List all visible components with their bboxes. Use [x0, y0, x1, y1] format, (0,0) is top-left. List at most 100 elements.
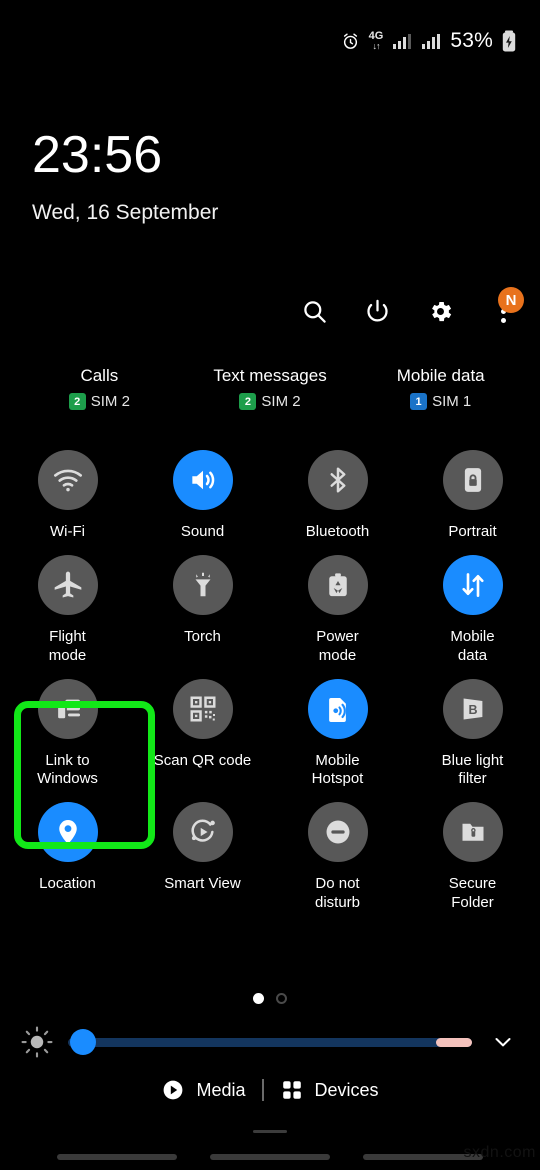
tile-secure-folder[interactable]: Secure Folder: [405, 796, 540, 912]
battery-charging-icon: [502, 30, 516, 52]
tile-row-1: Wi-Fi Sound Bluetooth Portrait: [0, 444, 540, 541]
sim-sub: 1 SIM 1: [410, 393, 471, 410]
devices-label: Devices: [314, 1079, 379, 1100]
media-button[interactable]: Media: [161, 1078, 246, 1102]
tile-label: Secure Folder: [448, 875, 497, 911]
tile-sound[interactable]: Sound: [135, 444, 270, 541]
navigation-bar: [0, 1154, 540, 1160]
alarm-icon: [341, 32, 360, 51]
tile-power-mode[interactable]: Power mode: [270, 549, 405, 665]
bluetooth-icon: [307, 450, 368, 510]
tile-do-not-disturb[interactable]: Do not disturb: [270, 796, 405, 912]
tile-mobile-data[interactable]: Mobile data: [405, 549, 540, 665]
do-not-disturb-icon: [307, 802, 368, 863]
sim-badge: 2: [68, 393, 86, 410]
tile-label: Location: [39, 875, 96, 893]
sim-cell-calls[interactable]: Calls 2 SIM 2: [14, 366, 185, 410]
sim-cell-mobile-data[interactable]: Mobile data 1 SIM 1: [355, 366, 526, 410]
blue-light-filter-icon: B: [442, 678, 503, 739]
clock-time: 23:56: [32, 126, 163, 184]
header-actions: N: [295, 287, 524, 330]
tile-torch[interactable]: Torch: [135, 549, 270, 665]
tile-label: Flight mode: [48, 628, 87, 664]
sim-name: SIM 2: [90, 393, 130, 410]
tile-blue-light-filter[interactable]: B Blue light filter: [405, 673, 540, 789]
tile-label: Mobile data: [450, 628, 495, 664]
mobile-data-icon: [442, 555, 503, 616]
location-pin-icon: [37, 802, 98, 863]
sim-badge: 1: [410, 393, 428, 410]
tile-link-to-windows[interactable]: Link to Windows: [0, 673, 135, 789]
tile-row-4: Location Smart View Do not disturb Secur…: [0, 796, 540, 912]
power-mode-icon: [307, 555, 368, 616]
smart-view-icon: [172, 802, 233, 863]
wifi-icon: [37, 450, 98, 510]
more-options-icon[interactable]: N: [484, 287, 524, 330]
search-icon[interactable]: [295, 292, 333, 330]
clock-date: Wed, 16 September: [32, 200, 219, 224]
qr-code-icon: [172, 678, 233, 739]
rotation-lock-icon: [442, 450, 503, 510]
tile-bluetooth[interactable]: Bluetooth: [270, 444, 405, 541]
data-arrows-label: ↓↑: [372, 41, 381, 51]
brightness-track: [68, 1037, 472, 1047]
signal-bars-sim1-icon: [392, 33, 412, 50]
tile-label: Portrait: [448, 523, 497, 540]
devices-grid-icon: [280, 1078, 304, 1102]
brightness-sun-icon[interactable]: [20, 1025, 54, 1059]
tile-scan-qr-code[interactable]: Scan QR code: [135, 673, 270, 789]
gear-icon[interactable]: [421, 292, 459, 330]
tile-label: Blue light filter: [441, 751, 504, 788]
tile-location[interactable]: Location: [0, 796, 135, 912]
sim-name: SIM 2: [261, 393, 301, 410]
sim-cell-text-messages[interactable]: Text messages 2 SIM 2: [185, 366, 356, 410]
page-indicator[interactable]: [0, 993, 540, 1004]
bottom-bar: Media Devices: [0, 1078, 540, 1102]
brightness-extra-range: [435, 1037, 472, 1047]
sim-name: SIM 1: [432, 393, 472, 410]
nav-recents-button[interactable]: [56, 1154, 177, 1160]
hotspot-icon: [307, 678, 368, 739]
quick-settings-tiles: Wi-Fi Sound Bluetooth Portrait Flight mo…: [0, 444, 540, 920]
sim-sub: 2 SIM 2: [68, 393, 130, 410]
battery-percent-label: 53%: [450, 29, 493, 52]
link-to-windows-icon: [37, 678, 98, 739]
tile-wifi[interactable]: Wi-Fi: [0, 444, 135, 541]
devices-button[interactable]: Devices: [280, 1078, 379, 1102]
sim-row: Calls 2 SIM 2 Text messages 2 SIM 2 Mobi…: [0, 366, 540, 410]
sim-badge: 2: [239, 393, 257, 410]
tile-flight-mode[interactable]: Flight mode: [0, 549, 135, 665]
tile-smart-view[interactable]: Smart View: [135, 796, 270, 912]
sim-title: Calls: [80, 366, 119, 385]
tile-label: Wi-Fi: [50, 523, 85, 540]
tile-label: Mobile Hotspot: [311, 751, 364, 788]
tile-row-2: Flight mode Torch Power mode Mobile data: [0, 549, 540, 665]
tile-mobile-hotspot[interactable]: Mobile Hotspot: [270, 673, 405, 789]
tile-label: Sound: [180, 523, 225, 540]
signal-bars-sim2-icon: [421, 33, 441, 50]
play-circle-icon: [161, 1078, 185, 1102]
page-dot-active[interactable]: [253, 993, 264, 1004]
power-icon[interactable]: [358, 292, 396, 330]
bottom-bar-divider: [261, 1079, 264, 1101]
brightness-slider[interactable]: [68, 1029, 472, 1055]
tile-label: Bluetooth: [305, 523, 370, 540]
svg-text:B: B: [468, 703, 477, 717]
media-label: Media: [196, 1079, 246, 1100]
tile-label: Do not disturb: [314, 875, 361, 911]
airplane-icon: [37, 555, 98, 616]
flashlight-icon: [172, 555, 233, 616]
nav-home-button[interactable]: [209, 1154, 330, 1160]
tile-label: Scan QR code: [153, 751, 252, 769]
quick-settings-panel: 4G ↓↑ 53% 23:56 Wed, 16 September N Call…: [0, 0, 540, 1170]
status-bar: 4G ↓↑ 53%: [0, 0, 540, 82]
sim-title: Mobile data: [396, 366, 485, 385]
chevron-down-icon[interactable]: [486, 1030, 520, 1054]
page-dot-inactive[interactable]: [276, 993, 287, 1004]
tile-portrait[interactable]: Portrait: [405, 444, 540, 541]
panel-drag-handle[interactable]: [253, 1130, 287, 1133]
network-type-icon: 4G ↓↑: [369, 31, 384, 51]
tile-label: Torch: [184, 628, 221, 646]
clock-block[interactable]: 23:56 Wed, 16 September: [32, 128, 218, 225]
brightness-thumb[interactable]: [70, 1029, 96, 1055]
